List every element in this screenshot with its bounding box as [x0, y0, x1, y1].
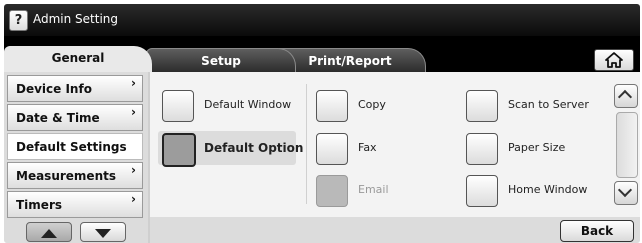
- option-button[interactable]: [162, 133, 196, 167]
- triangle-up-icon: [41, 229, 57, 238]
- option-button[interactable]: [466, 133, 498, 165]
- sidebar-item-label: Date & Time: [16, 111, 100, 125]
- window-title: Admin Setting: [33, 12, 119, 26]
- sidebar-item-default-settings[interactable]: Default Settings: [7, 133, 143, 160]
- sidebar-item-label: Device Info: [16, 82, 92, 96]
- sidebar-scroll-down-button[interactable]: [80, 222, 126, 242]
- option-button[interactable]: [316, 90, 348, 122]
- option-label: Default Option: [204, 141, 304, 155]
- scroll-up-button[interactable]: [614, 84, 638, 108]
- sidebar-item-label: Default Settings: [16, 140, 127, 154]
- scrollbar-track[interactable]: [616, 112, 638, 178]
- admin-setting-screen: ? Admin Setting Print/Report Setup Gener…: [4, 4, 640, 243]
- option-button: [316, 175, 348, 207]
- sidebar-item-label: Timers: [16, 198, 63, 212]
- home-button[interactable]: [594, 49, 634, 71]
- back-button[interactable]: Back: [560, 220, 634, 242]
- options-panel: Default Window Default Option Copy Fax E…: [150, 72, 640, 217]
- chevron-up-icon: [617, 89, 633, 105]
- sidebar-item-timers[interactable]: Timers ›: [7, 191, 143, 218]
- chevron-down-icon: [617, 182, 633, 198]
- option-label: Paper Size: [508, 141, 566, 154]
- option-label: Scan to Server: [508, 98, 589, 111]
- option-button[interactable]: [466, 175, 498, 207]
- chevron-right-icon: ›: [131, 76, 136, 90]
- option-label: Email: [358, 183, 389, 196]
- sidebar-item-label: Measurements: [16, 169, 116, 183]
- home-icon: [605, 52, 623, 68]
- title-bar: ? Admin Setting: [4, 4, 640, 36]
- option-label: Fax: [358, 141, 377, 154]
- triangle-down-icon: [95, 229, 111, 238]
- option-label: Copy: [358, 98, 386, 111]
- sidebar-item-device-info[interactable]: Device Info ›: [7, 75, 143, 102]
- option-label: Default Window: [204, 98, 292, 111]
- tab-general[interactable]: General: [4, 46, 152, 72]
- option-button[interactable]: [316, 133, 348, 165]
- scroll-down-button[interactable]: [614, 181, 638, 205]
- bottom-bar: Back: [150, 217, 640, 243]
- help-button[interactable]: ?: [9, 10, 28, 31]
- chevron-right-icon: ›: [131, 192, 136, 206]
- tab-setup[interactable]: Setup: [146, 48, 296, 73]
- tab-print-report[interactable]: Print/Report: [274, 48, 426, 73]
- option-button[interactable]: [162, 90, 194, 122]
- sidebar-item-date-time[interactable]: Date & Time ›: [7, 104, 143, 131]
- sidebar-item-measurements[interactable]: Measurements ›: [7, 162, 143, 189]
- tab-strip: Print/Report Setup General: [4, 36, 640, 73]
- chevron-right-icon: ›: [131, 105, 136, 119]
- option-label: Home Window: [508, 183, 588, 196]
- column-divider: [306, 84, 307, 204]
- option-button[interactable]: [466, 90, 498, 122]
- sidebar: Device Info › Date & Time › Default Sett…: [4, 72, 150, 243]
- sidebar-scroll-up-button[interactable]: [26, 222, 72, 242]
- chevron-right-icon: ›: [131, 163, 136, 177]
